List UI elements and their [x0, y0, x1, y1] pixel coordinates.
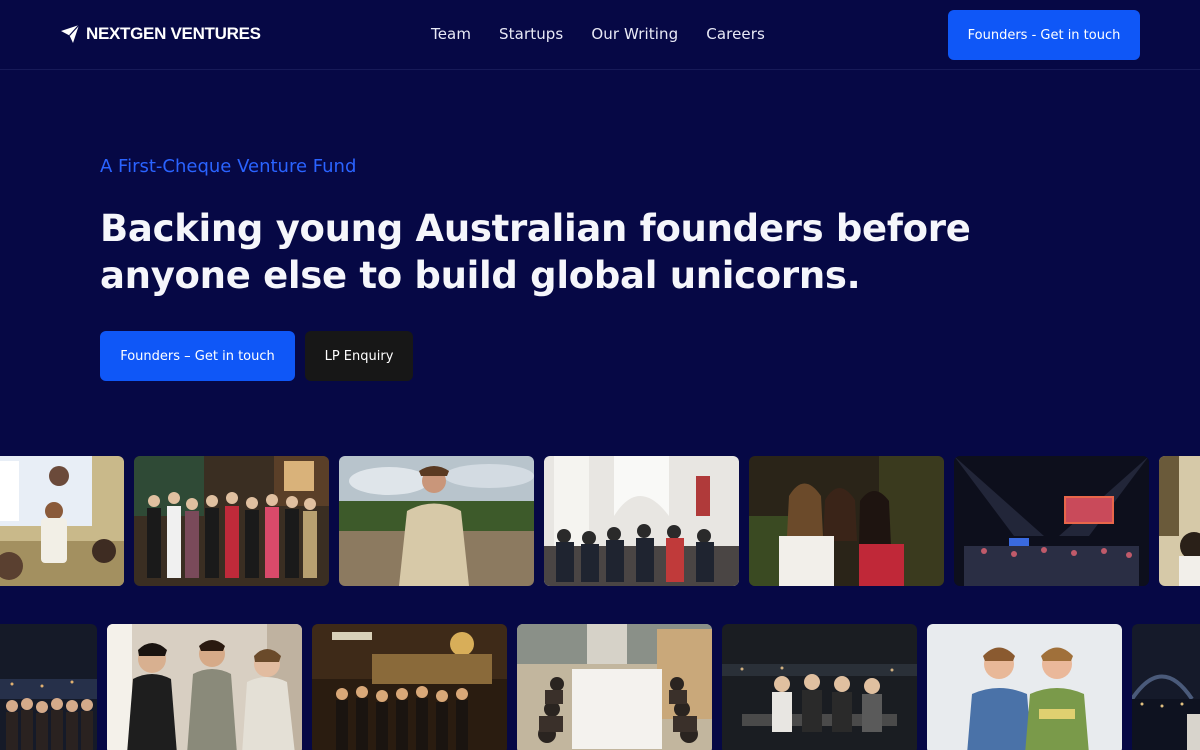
- founders-get-in-touch-button[interactable]: Founders – Get in touch: [100, 331, 295, 381]
- nav-link-careers[interactable]: Careers: [706, 25, 765, 43]
- photo-presentation: [0, 456, 124, 586]
- brand-logo[interactable]: NEXTGEN VENTURES: [60, 24, 261, 44]
- nav-founders-cta-button[interactable]: Founders - Get in touch: [948, 10, 1140, 60]
- photo-long-table-dinner: [517, 624, 712, 750]
- photo-night-terrace: [722, 624, 917, 750]
- hero-headline: Backing young Australian founders before…: [100, 207, 971, 297]
- photo-event-stage: [954, 456, 1149, 586]
- nav-link-startups[interactable]: Startups: [499, 25, 563, 43]
- top-navigation: NEXTGEN VENTURES Team Startups Our Writi…: [0, 0, 1200, 70]
- photo-three-friends-night: [749, 456, 944, 586]
- photo-three-people-talking: [107, 624, 302, 750]
- nav-link-team[interactable]: Team: [431, 25, 471, 43]
- photo-partial-edge: [1159, 456, 1200, 586]
- lp-enquiry-button[interactable]: LP Enquiry: [305, 331, 413, 381]
- photo-street-group-night: [312, 624, 507, 750]
- photo-field-portrait: [339, 456, 534, 586]
- photo-night-harbour-group: [0, 624, 97, 750]
- photo-group-pub: [134, 456, 329, 586]
- photo-harbour-bridge-night: [1132, 624, 1200, 750]
- hero-eyebrow: A First-Cheque Venture Fund: [100, 156, 357, 177]
- nav-links: Team Startups Our Writing Careers: [431, 25, 765, 43]
- paper-plane-icon: [61, 24, 80, 43]
- photo-living-room-meetup: [544, 456, 739, 586]
- photo-two-founders: [927, 624, 1122, 750]
- brand-name: NEXTGEN VENTURES: [86, 24, 261, 43]
- page: NEXTGEN VENTURES Team Startups Our Writi…: [0, 0, 1200, 750]
- nav-link-our-writing[interactable]: Our Writing: [591, 25, 678, 43]
